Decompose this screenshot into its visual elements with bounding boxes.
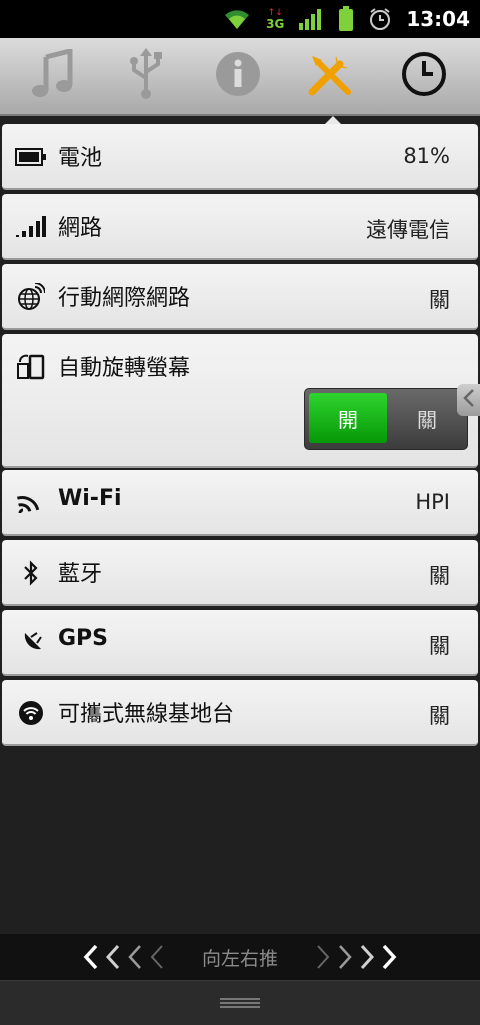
clock-icon <box>401 51 447 101</box>
network-value: 遠傳電信 <box>366 218 450 242</box>
tools-icon <box>306 50 354 102</box>
auto-rotate-label: 自動旋轉螢幕 <box>58 356 191 381</box>
music-icon <box>30 47 76 103</box>
data-3g-icon: ↑↓ 3G <box>266 7 285 31</box>
status-bar: ↑↓ 3G 13:04 <box>0 0 480 38</box>
network-row[interactable]: 網路 遠傳電信 <box>2 194 478 260</box>
info-icon <box>215 51 261 101</box>
bluetooth-icon <box>14 558 48 588</box>
bluetooth-label: 藍牙 <box>58 562 103 587</box>
hotspot-value: 關 <box>429 704 450 728</box>
auto-rotate-toggle[interactable]: 開 關 <box>304 388 468 450</box>
chevrons-right-icon <box>308 943 398 971</box>
wifi-icon <box>14 488 48 518</box>
toggle-off[interactable]: 關 <box>391 393 463 443</box>
hotspot-label: 可攜式無線基地台 <box>58 702 235 727</box>
gps-label: GPS <box>58 626 109 651</box>
mobile-data-value: 關 <box>429 288 450 312</box>
hotspot-row[interactable]: 可攜式無線基地台 關 <box>2 680 478 746</box>
side-panel-handle[interactable] <box>457 384 480 416</box>
signal-icon <box>298 7 324 31</box>
tab-tools[interactable] <box>282 38 378 114</box>
bluetooth-value: 關 <box>429 564 450 588</box>
network-label: 網路 <box>58 216 103 241</box>
battery-value: 81% <box>403 144 450 168</box>
wifi-label: Wi-Fi <box>58 486 122 511</box>
usb-icon <box>126 48 166 104</box>
chevron-left-icon <box>462 388 476 412</box>
notification-drawer-handle[interactable] <box>0 980 480 1025</box>
bluetooth-row[interactable]: 藍牙 關 <box>2 540 478 606</box>
gps-row[interactable]: GPS 關 <box>2 610 478 676</box>
chevrons-left-icon <box>82 943 172 971</box>
swipe-bar[interactable]: 向左右推 <box>0 934 480 980</box>
mobile-data-row[interactable]: 行動網際網路 關 <box>2 264 478 330</box>
wifi-value: HPI <box>415 490 450 514</box>
signal-icon <box>14 212 48 242</box>
alarm-icon <box>368 7 392 31</box>
toggle-on[interactable]: 開 <box>309 393 387 443</box>
tab-music[interactable] <box>5 38 101 114</box>
tab-clock[interactable] <box>376 38 472 114</box>
battery-label: 電池 <box>58 146 103 171</box>
mobile-data-label: 行動網際網路 <box>58 286 191 311</box>
auto-rotate-row: 自動旋轉螢幕 開 關 <box>2 334 478 468</box>
tab-bar <box>0 38 480 116</box>
satellite-icon <box>14 628 48 658</box>
globe-icon <box>14 282 48 312</box>
hotspot-icon <box>14 698 48 728</box>
wifi-row[interactable]: Wi-Fi HPI <box>2 470 478 536</box>
swipe-hint: 向左右推 <box>201 947 278 970</box>
wifi-icon <box>222 7 252 31</box>
tab-usb[interactable] <box>98 38 194 114</box>
gps-value: 關 <box>429 634 450 658</box>
tab-info[interactable] <box>190 38 286 114</box>
rotate-screen-icon <box>14 352 48 382</box>
battery-icon <box>338 6 354 32</box>
status-time: 13:04 <box>406 7 470 31</box>
battery-row[interactable]: 電池 81% <box>2 124 478 190</box>
drag-handle-icon <box>220 994 260 1013</box>
battery-icon <box>14 142 48 172</box>
